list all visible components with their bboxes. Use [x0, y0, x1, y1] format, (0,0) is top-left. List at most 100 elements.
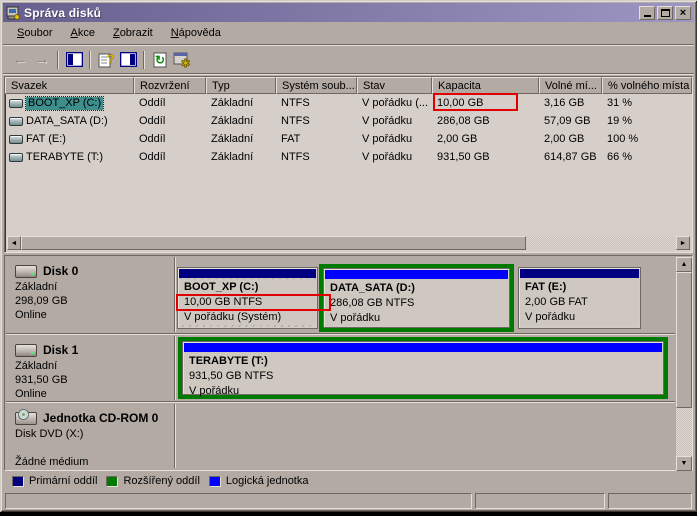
- volume-name: BOOT_XP (C:): [24, 95, 105, 111]
- column-header-volne-misto[interactable]: Volné mí...: [539, 77, 602, 94]
- title-bar: Správa disků ×: [3, 3, 694, 22]
- cell-typ: Základní: [211, 97, 254, 109]
- menu-bar: Soubor Akce Zobrazit Nápověda: [3, 23, 694, 44]
- show-console-tree-button[interactable]: [63, 49, 85, 70]
- volume-name: DATA_SATA (D:): [26, 115, 108, 127]
- column-header-stav[interactable]: Stav: [357, 77, 432, 94]
- table-row-terabyte[interactable]: TERABYTE (T:) Oddíl Základní NTFS V pořá…: [5, 148, 692, 166]
- cell-stav: V pořádku: [362, 115, 413, 127]
- table-row-data-sata[interactable]: DATA_SATA (D:) Oddíl Základní NTFS V poř…: [5, 112, 692, 130]
- disk0-panel[interactable]: Disk 0 Základní 298,09 GB Online: [6, 257, 174, 332]
- partition-boot-xp[interactable]: BOOT_XP (C:) 10,00 GB NTFS V pořádku (Sy…: [177, 267, 318, 329]
- partition-size: 10,00 GB NTFS: [184, 296, 263, 308]
- minimize-button[interactable]: [639, 5, 655, 20]
- partition-size: 286,08 GB NTFS: [330, 297, 415, 309]
- graphical-view-pane: Disk 0 Základní 298,09 GB Online BOOT_XP…: [4, 255, 693, 471]
- cell-system: NTFS: [281, 115, 310, 127]
- maximize-button[interactable]: [657, 5, 673, 20]
- close-icon: ×: [679, 6, 687, 19]
- column-header-rozvrzeni[interactable]: Rozvržení: [134, 77, 206, 94]
- table-row-fat[interactable]: FAT (E:) Oddíl Základní FAT V pořádku 2,…: [5, 130, 692, 148]
- table-row-boot-xp[interactable]: BOOT_XP (C:) Oddíl Základní NTFS V pořád…: [5, 94, 692, 112]
- forward-icon: →: [34, 51, 50, 68]
- volume-drive-icon: [9, 134, 23, 144]
- partition-status: V pořádku: [330, 312, 381, 324]
- cell-system: NTFS: [281, 151, 310, 163]
- toolbar: ← → ? ↻ ✱: [3, 46, 694, 73]
- disk1-panel[interactable]: Disk 1 Základní 931,50 GB Online: [6, 336, 174, 400]
- hard-disk-icon: [15, 264, 37, 278]
- refresh-icon: ↻: [153, 52, 167, 67]
- cdrom-panel[interactable]: Jednotka CD-ROM 0 Disk DVD (X:) Žádné mé…: [6, 404, 174, 468]
- close-button[interactable]: ×: [675, 5, 691, 20]
- legend-label: Rozšířený oddíl: [123, 475, 200, 487]
- scrollbar-track[interactable]: [21, 236, 676, 250]
- toolbar-separator: [89, 50, 91, 69]
- maximize-icon: [660, 8, 670, 17]
- menu-soubor[interactable]: Soubor: [9, 25, 60, 42]
- scrollbar-track[interactable]: [676, 272, 692, 456]
- partition-terabyte[interactable]: TERABYTE (T:) 931,50 GB NTFS V pořádku: [182, 341, 664, 397]
- disk1-type: Základní: [15, 360, 58, 372]
- cell-volne: 57,09 GB: [544, 115, 591, 127]
- scroll-down-button[interactable]: ▼: [676, 456, 692, 471]
- partition-size: 2,00 GB FAT: [525, 296, 588, 308]
- scroll-up-button[interactable]: ▲: [676, 257, 692, 272]
- row-separator: [6, 333, 675, 335]
- disk1-partitions: TERABYTE (T:) 931,50 GB NTFS V pořádku: [176, 336, 675, 400]
- menu-akce[interactable]: Akce: [62, 25, 102, 42]
- svg-text:✱: ✱: [181, 58, 190, 68]
- disk1-name: Disk 1: [43, 343, 79, 357]
- disk-management-window: Správa disků × Soubor Akce Zobrazit Nápo…: [0, 0, 697, 512]
- column-header-system-souboru[interactable]: Systém soub...: [276, 77, 357, 94]
- menu-zobrazit[interactable]: Zobrazit: [105, 25, 161, 42]
- partition-name: TERABYTE (T:): [189, 355, 268, 367]
- cell-typ: Základní: [211, 133, 254, 145]
- scrollbar-thumb[interactable]: [21, 236, 526, 250]
- cell-kapacita: 2,00 GB: [437, 133, 478, 145]
- volume-list-pane: Svazek Rozvržení Typ Systém soub... Stav…: [4, 76, 693, 253]
- cell-procento: 19 %: [607, 115, 633, 127]
- properties-help-button[interactable]: ?: [95, 49, 117, 70]
- disk0-capacity: 298,09 GB: [15, 295, 68, 307]
- status-segment: [475, 493, 605, 509]
- svg-text:↻: ↻: [155, 53, 165, 67]
- volume-name: FAT (E:): [26, 133, 66, 145]
- disk0-row: Disk 0 Základní 298,09 GB Online BOOT_XP…: [6, 257, 675, 332]
- scroll-left-button[interactable]: ◄: [7, 236, 21, 250]
- legend-extended: Rozšířený oddíl: [106, 475, 200, 487]
- cell-kapacita: 931,50 GB: [437, 151, 490, 163]
- column-header-svazek[interactable]: Svazek: [5, 77, 134, 94]
- app-icon[interactable]: [6, 6, 20, 20]
- volume-drive-icon: [9, 98, 23, 108]
- rescan-disks-icon: ✱: [173, 52, 190, 68]
- show-action-pane-icon: [119, 52, 137, 67]
- column-header-kapacita[interactable]: Kapacita: [432, 77, 539, 94]
- partition-status: V pořádku: [189, 385, 240, 397]
- column-header-procento-volneho-mista[interactable]: % volného místa: [602, 77, 692, 94]
- column-header-typ[interactable]: Typ: [206, 77, 276, 94]
- row-separator: [6, 401, 675, 403]
- partition-legend: Primární oddíl Rozšířený oddíl Logická j…: [4, 472, 693, 490]
- rescan-disks-button[interactable]: ✱: [171, 49, 193, 70]
- scroll-right-button[interactable]: ►: [676, 236, 690, 250]
- legend-label: Primární oddíl: [29, 475, 98, 487]
- refresh-button[interactable]: ↻: [149, 49, 171, 70]
- svg-text:?: ?: [107, 52, 114, 66]
- minimize-icon: [643, 15, 651, 17]
- forward-button[interactable]: →: [31, 49, 53, 70]
- cell-kapacita: 286,08 GB: [437, 115, 490, 127]
- cell-volne: 614,87 GB: [544, 151, 597, 163]
- menu-napoveda[interactable]: Nápověda: [163, 25, 229, 42]
- cell-volne: 2,00 GB: [544, 133, 585, 145]
- back-button[interactable]: ←: [9, 49, 31, 70]
- disk1-status: Online: [15, 388, 47, 400]
- partition-data-sata[interactable]: DATA_SATA (D:) 286,08 GB NTFS V pořádku: [323, 268, 510, 328]
- legend-logical: Logická jednotka: [208, 475, 308, 487]
- cdrom-media-status: Žádné médium: [15, 456, 89, 468]
- partition-status: V pořádku: [525, 311, 576, 323]
- scrollbar-thumb[interactable]: [676, 272, 692, 408]
- partition-status: V pořádku (Systém): [184, 311, 282, 323]
- partition-fat[interactable]: FAT (E:) 2,00 GB FAT V pořádku: [518, 267, 641, 329]
- show-action-pane-button[interactable]: [117, 49, 139, 70]
